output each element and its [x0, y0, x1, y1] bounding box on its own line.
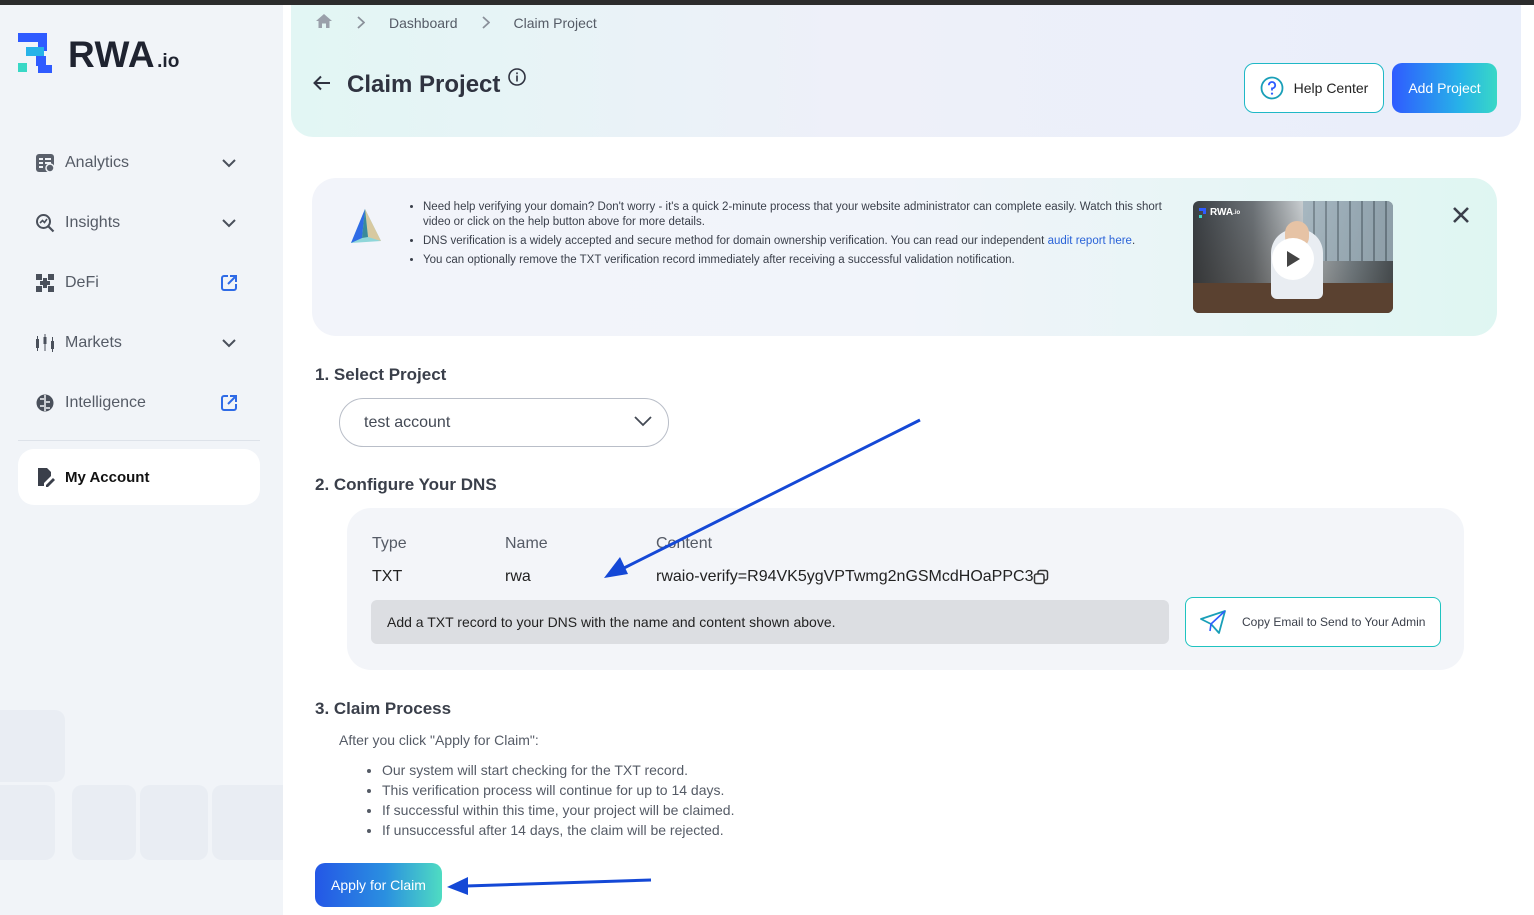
annotation-arrow-to-apply [447, 877, 652, 895]
sidebar-item-label: DeFi [65, 274, 99, 291]
column-header-name: Name [505, 535, 548, 552]
project-select-value: test account [364, 413, 451, 431]
sidebar-nav: Analytics Insights DeFi Markets Intellig… [18, 133, 260, 505]
copy-email-button[interactable]: Copy Email to Send to Your Admin [1185, 597, 1441, 647]
sidebar-item-markets[interactable]: Markets [18, 313, 260, 373]
brand-logo[interactable]: RWA .io [18, 29, 179, 75]
sidebar-divider [18, 440, 260, 441]
step2-heading: 2. Configure Your DNS [315, 475, 497, 494]
decorative-tile [0, 785, 55, 860]
copy-email-label: Copy Email to Send to Your Admin [1242, 615, 1426, 629]
pyramid-logo-icon [348, 208, 382, 249]
brand-suffix: .io [157, 51, 180, 72]
help-center-label: Help Center [1293, 80, 1369, 96]
sidebar-item-analytics[interactable]: Analytics [18, 133, 260, 193]
back-arrow-icon[interactable] [313, 75, 331, 96]
home-icon[interactable] [315, 13, 333, 32]
sidebar-item-insights[interactable]: Insights [18, 193, 260, 253]
chevron-right-icon [357, 16, 365, 29]
help-bullet: DNS verification is a widely accepted an… [423, 234, 1183, 249]
sidebar-item-defi[interactable]: DeFi [18, 253, 260, 313]
help-info-panel: Need help verifying your domain? Don't w… [312, 178, 1497, 336]
analytics-icon [34, 152, 56, 174]
title-row: Claim Project [313, 67, 527, 99]
record-content: rwaio-verify=R94VK5ygVPTwmg2nGSMcdHOaPPC… [656, 568, 1034, 585]
sidebar-item-label: Insights [65, 214, 121, 231]
close-icon[interactable] [1450, 204, 1472, 226]
step3-heading: 3. Claim Process [315, 699, 452, 718]
page-title: Claim Project [347, 71, 501, 98]
audit-report-link[interactable]: audit report here [1048, 235, 1132, 247]
decorative-tile [0, 710, 65, 782]
decorative-tile [212, 785, 283, 860]
breadcrumb: Dashboard Claim Project [315, 13, 597, 32]
sidebar-item-label: Analytics [65, 154, 130, 171]
dns-record-panel: Type Name Content TXT rwa rwaio-verify=R… [347, 508, 1464, 670]
help-video-thumbnail[interactable]: RWA .io [1193, 201, 1393, 313]
help-circle-icon [1260, 76, 1284, 100]
video-brand: RWA .io [1199, 207, 1240, 218]
list-item: This verification process will continue … [382, 780, 734, 800]
defi-grid-icon [34, 272, 56, 294]
sidebar-item-label: My Account [65, 468, 150, 486]
list-item: If unsuccessful after 14 days, the claim… [382, 820, 734, 840]
sidebar-item-label: Markets [65, 334, 122, 351]
chevron-down-icon [218, 152, 240, 174]
help-bullet: Need help verifying your domain? Don't w… [423, 200, 1183, 230]
sidebar-item-my-account[interactable]: My Account [18, 449, 260, 505]
decorative-tile [140, 785, 208, 860]
account-edit-icon [34, 466, 56, 488]
column-header-content: Content [656, 535, 713, 552]
brand-name: RWA [68, 34, 156, 75]
breadcrumb-current: Claim Project [513, 14, 597, 31]
record-name: rwa [505, 568, 531, 585]
external-link-icon [218, 272, 240, 294]
external-link-icon [218, 392, 240, 414]
add-project-button[interactable]: Add Project [1392, 63, 1497, 113]
step1-heading: 1. Select Project [315, 365, 447, 384]
breadcrumb-dashboard[interactable]: Dashboard [389, 15, 458, 31]
candlestick-icon [34, 332, 56, 354]
record-type: TXT [372, 568, 403, 585]
column-header-type: Type [372, 535, 407, 552]
search-chart-icon [34, 212, 56, 234]
list-item: If successful within this time, your pro… [382, 800, 734, 820]
brain-icon [34, 392, 56, 414]
sidebar-item-intelligence[interactable]: Intelligence [18, 373, 260, 433]
claim-process-list: Our system will start checking for the T… [362, 760, 734, 840]
claim-intro: After you click "Apply for Claim": [339, 732, 539, 748]
page-header: Dashboard Claim Project Claim Project He… [291, 5, 1521, 137]
apply-for-claim-button[interactable]: Apply for Claim [315, 863, 442, 907]
decorative-tile [72, 785, 136, 860]
chevron-right-icon [481, 16, 490, 29]
copy-icon[interactable] [1033, 569, 1049, 585]
chevron-down-icon [218, 332, 240, 354]
sidebar: RWA .io Analytics Insights DeFi Markets … [0, 5, 283, 915]
project-select[interactable]: test account [339, 398, 669, 447]
help-bullet-list: Need help verifying your domain? Don't w… [408, 200, 1183, 272]
help-bullet: You can optionally remove the TXT verifi… [423, 253, 1183, 268]
list-item: Our system will start checking for the T… [382, 760, 734, 780]
info-icon[interactable] [508, 67, 527, 91]
play-button[interactable] [1272, 238, 1314, 280]
rwa-logo-icon [18, 29, 54, 75]
play-icon [1287, 251, 1300, 267]
chevron-down-icon [634, 414, 652, 432]
help-center-button[interactable]: Help Center [1244, 63, 1384, 113]
dns-instruction-note: Add a TXT record to your DNS with the na… [371, 600, 1169, 644]
sidebar-item-label: Intelligence [65, 394, 146, 411]
send-icon [1200, 610, 1226, 634]
chevron-down-icon [218, 212, 240, 234]
rwa-logo-icon [1199, 207, 1206, 218]
